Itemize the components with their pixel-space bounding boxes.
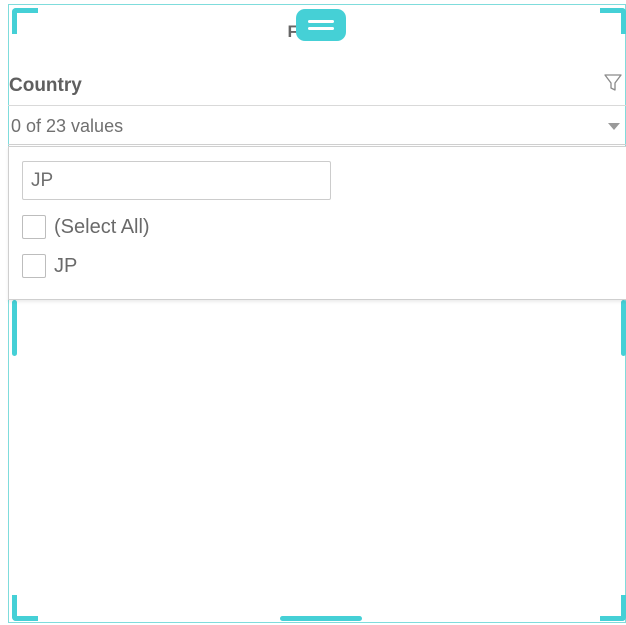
checkbox[interactable] — [22, 254, 46, 278]
resize-handle-right[interactable] — [621, 300, 626, 356]
drag-handle-icon[interactable] — [296, 9, 346, 41]
filter-funnel-icon[interactable] — [604, 73, 622, 93]
resize-handle-left[interactable] — [12, 300, 17, 356]
dropdown-value: 0 of 23 values — [11, 116, 124, 136]
drag-handle-bar — [308, 27, 334, 30]
resize-handle-bottom-right[interactable] — [600, 595, 626, 621]
resize-handle-bottom-left[interactable] — [12, 595, 38, 621]
filters-panel — [8, 4, 626, 623]
caret-down-icon[interactable] — [608, 123, 620, 130]
option-label: (Select All) — [54, 215, 150, 238]
country-dropdown[interactable]: 0 of 23 values — [8, 105, 626, 145]
dropdown-popup: (Select All) JP — [8, 146, 626, 300]
checkbox[interactable] — [22, 215, 46, 239]
search-input[interactable] — [22, 161, 331, 200]
option-select-all[interactable]: (Select All) — [22, 214, 150, 240]
option-jp[interactable]: JP — [22, 253, 77, 279]
drag-handle-bar — [308, 20, 334, 23]
filter-label: Country — [9, 75, 82, 96]
resize-handle-bottom[interactable] — [280, 616, 362, 621]
option-label: JP — [54, 254, 78, 277]
